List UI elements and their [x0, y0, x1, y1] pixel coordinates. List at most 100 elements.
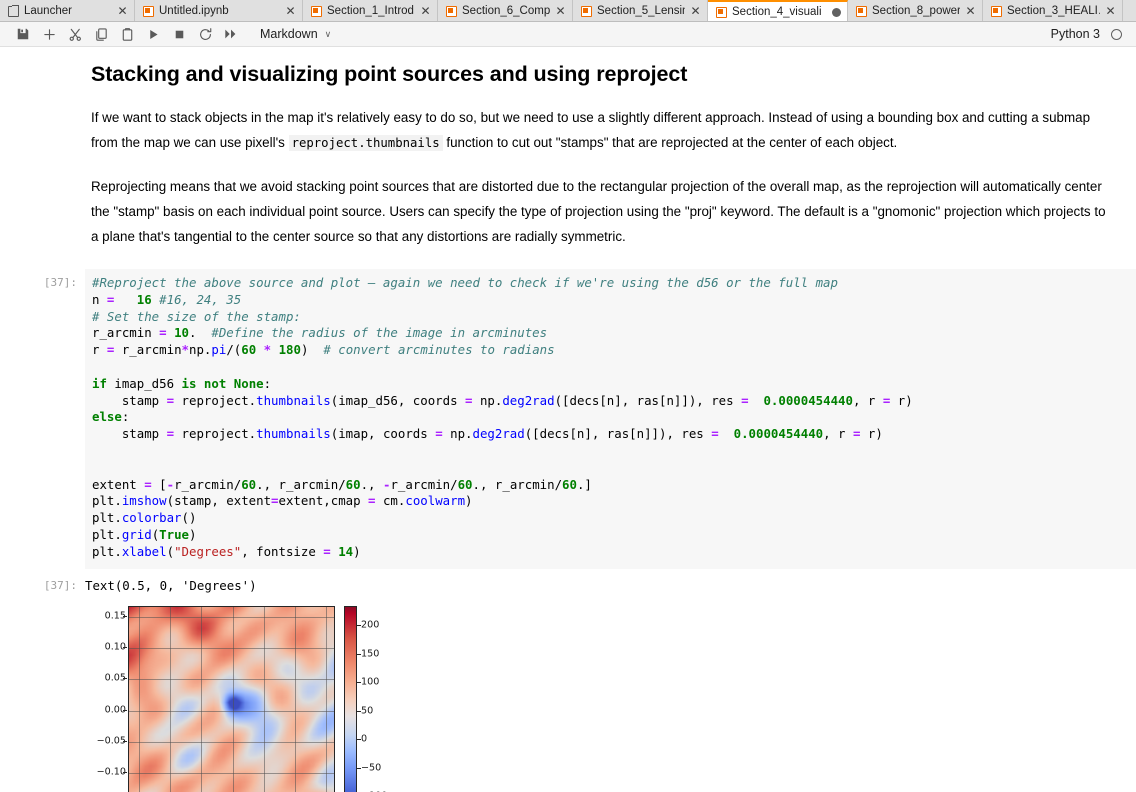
save-icon — [17, 28, 29, 40]
colorbar-tick-mark — [357, 739, 361, 741]
colorbar-tick-label: −50 — [361, 762, 382, 774]
colorbar-tick-label: 50 — [361, 705, 374, 717]
kernel-status[interactable]: Python 3 — [1051, 27, 1128, 41]
tab-unsaved-indicator[interactable] — [832, 7, 841, 17]
copy-cells-button[interactable] — [88, 23, 114, 45]
plus-icon — [43, 28, 55, 40]
tab-section-6-comp[interactable]: Section_6_Comp ✕ — [438, 0, 573, 21]
colorbar-tick-label: 150 — [361, 648, 380, 660]
save-button[interactable] — [10, 23, 36, 45]
notebook-icon — [716, 6, 727, 18]
heatmap-canvas — [129, 606, 334, 792]
y-tick-label: −0.10 — [96, 766, 126, 778]
notebook-icon — [446, 5, 457, 17]
paste-cells-button[interactable] — [114, 23, 140, 45]
paragraph-1-part-b: function to cut out "stamps" that are re… — [442, 135, 898, 150]
stop-icon — [175, 30, 183, 38]
notebook-icon — [991, 5, 1002, 17]
y-tick-mark — [123, 678, 127, 680]
tab-label: Section_5_Lensin… — [597, 5, 685, 17]
tab-bar: Launcher ✕ Untitled.ipynb ✕ Section_1_Introd… — [0, 0, 1136, 22]
cell-output-text-row: [37]: Text(0.5, 0, 'Degrees') — [0, 577, 1136, 594]
notebook-icon — [856, 5, 867, 17]
cell-output-figure: Degrees −100−50050100150200 −0.15−0.10−0… — [85, 601, 425, 792]
restart-kernel-button[interactable] — [192, 23, 218, 45]
tab-section-4-visuali[interactable]: Section_4_visuali — [708, 0, 848, 21]
tab-untitled-ipynb[interactable]: Untitled.ipynb ✕ — [135, 0, 303, 21]
tab-section-1-introd[interactable]: Section_1_Introd… ✕ — [303, 0, 438, 21]
launcher-icon — [8, 4, 19, 17]
y-tick-label: 0.15 — [104, 610, 126, 622]
paragraph-2: Reprojecting means that we avoid stackin… — [91, 179, 1106, 244]
code-editor[interactable]: #Reproject the above source and plot – a… — [85, 269, 1136, 569]
close-icon[interactable]: ✕ — [117, 5, 128, 17]
tab-label: Section_3_HEALI… — [1007, 5, 1100, 17]
tab-section-3-heali[interactable]: Section_3_HEALI… ✕ — [983, 0, 1123, 21]
play-icon — [149, 29, 158, 39]
matplotlib-figure: Degrees −100−50050100150200 −0.15−0.10−0… — [85, 601, 425, 792]
close-icon[interactable]: ✕ — [690, 5, 701, 17]
output-text: Text(0.5, 0, 'Degrees') — [85, 577, 257, 593]
code-source: #Reproject the above source and plot – a… — [92, 275, 913, 559]
scissors-icon — [69, 28, 81, 41]
chevron-down-icon: ∨ — [324, 28, 332, 39]
colorbar-tick-label: 200 — [361, 619, 380, 631]
notebook-icon — [581, 5, 592, 17]
cut-cells-button[interactable] — [62, 23, 88, 45]
run-cell-button[interactable] — [140, 23, 166, 45]
insert-cell-button[interactable] — [36, 23, 62, 45]
colorbar-tick-mark — [357, 653, 361, 655]
input-prompt: [37]: — [43, 276, 77, 289]
y-tick-mark — [123, 740, 127, 742]
restart-run-all-button[interactable] — [218, 23, 244, 45]
copy-icon — [95, 27, 107, 41]
markdown-cell[interactable]: Stacking and visualizing point sources a… — [0, 62, 1136, 249]
y-tick-label: −0.05 — [96, 735, 126, 747]
notebook-toolbar: Markdown ∨ Python 3 — [0, 22, 1136, 47]
tab-section-5-lensin[interactable]: Section_5_Lensin… ✕ — [573, 0, 708, 21]
heatmap-image — [128, 605, 335, 792]
y-tick-label: 0.00 — [104, 704, 126, 716]
y-tick-label: 0.05 — [104, 672, 126, 684]
close-icon[interactable]: ✕ — [420, 5, 431, 17]
code-cell[interactable]: [37]: #Reproject the above source and pl… — [0, 269, 1136, 569]
colorbar-tick-label: 0 — [361, 733, 368, 745]
kernel-idle-icon — [1111, 28, 1122, 40]
tab-label: Section_8_power — [872, 5, 960, 17]
stop-kernel-button[interactable] — [166, 23, 192, 45]
notebook-scroll-area[interactable]: Stacking and visualizing point sources a… — [0, 47, 1136, 792]
tab-label: Section_4_visuali — [732, 6, 822, 18]
cell-type-dropdown[interactable]: Markdown ∨ — [260, 27, 331, 41]
y-tick-label: 0.10 — [104, 641, 126, 653]
notebook-icon — [311, 5, 322, 17]
colorbar-tick-mark — [357, 625, 361, 627]
restart-icon — [199, 27, 211, 40]
page-title: Stacking and visualizing point sources a… — [91, 62, 688, 86]
tab-label: Section_1_Introd… — [327, 5, 415, 17]
close-icon[interactable]: ✕ — [965, 5, 976, 17]
cell-type-value: Markdown — [260, 27, 318, 41]
notebook-icon — [143, 5, 154, 17]
y-tick-mark — [123, 615, 127, 617]
tab-launcher[interactable]: Launcher ✕ — [0, 0, 135, 21]
tab-section-8-power[interactable]: Section_8_power ✕ — [848, 0, 983, 21]
colorbar — [344, 605, 357, 792]
forward-icon — [225, 29, 236, 39]
tab-label: Launcher — [24, 5, 72, 17]
toolbar-buttons — [10, 23, 244, 45]
close-icon[interactable]: ✕ — [285, 5, 296, 17]
inline-code-reproject-thumbnails: reproject.thumbnails — [288, 135, 443, 151]
kernel-name: Python 3 — [1050, 27, 1100, 41]
close-icon[interactable]: ✕ — [555, 5, 566, 17]
y-tick-mark — [123, 709, 127, 711]
paragraph-1: If we want to stack objects in the map i… — [91, 105, 1106, 156]
colorbar-tick-label: 100 — [361, 676, 380, 688]
close-icon[interactable]: ✕ — [1105, 5, 1116, 17]
tab-label: Section_6_Comp — [462, 5, 550, 17]
colorbar-tick-mark — [357, 710, 361, 712]
output-prompt: [37]: — [43, 578, 77, 592]
y-tick-mark — [123, 771, 127, 773]
paste-icon — [122, 27, 132, 41]
y-tick-mark — [123, 647, 127, 649]
tab-label: Untitled.ipynb — [159, 5, 229, 17]
